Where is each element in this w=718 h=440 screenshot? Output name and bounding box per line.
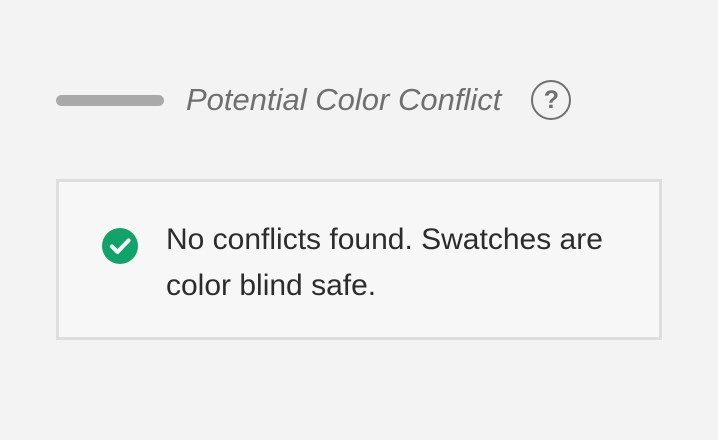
legend-row: Potential Color Conflict ? xyxy=(56,74,572,126)
status-message: No conflicts found. Swatches are color b… xyxy=(166,223,603,302)
status-panel: No conflicts found. Swatches are color b… xyxy=(56,179,662,340)
check-circle-icon xyxy=(102,228,138,264)
help-icon[interactable]: ? xyxy=(531,80,572,120)
color-conflict-panel: Potential Color Conflict ? No conflicts … xyxy=(0,0,718,440)
legend-label: Potential Color Conflict xyxy=(186,82,502,117)
conflict-line-swatch xyxy=(56,94,164,106)
